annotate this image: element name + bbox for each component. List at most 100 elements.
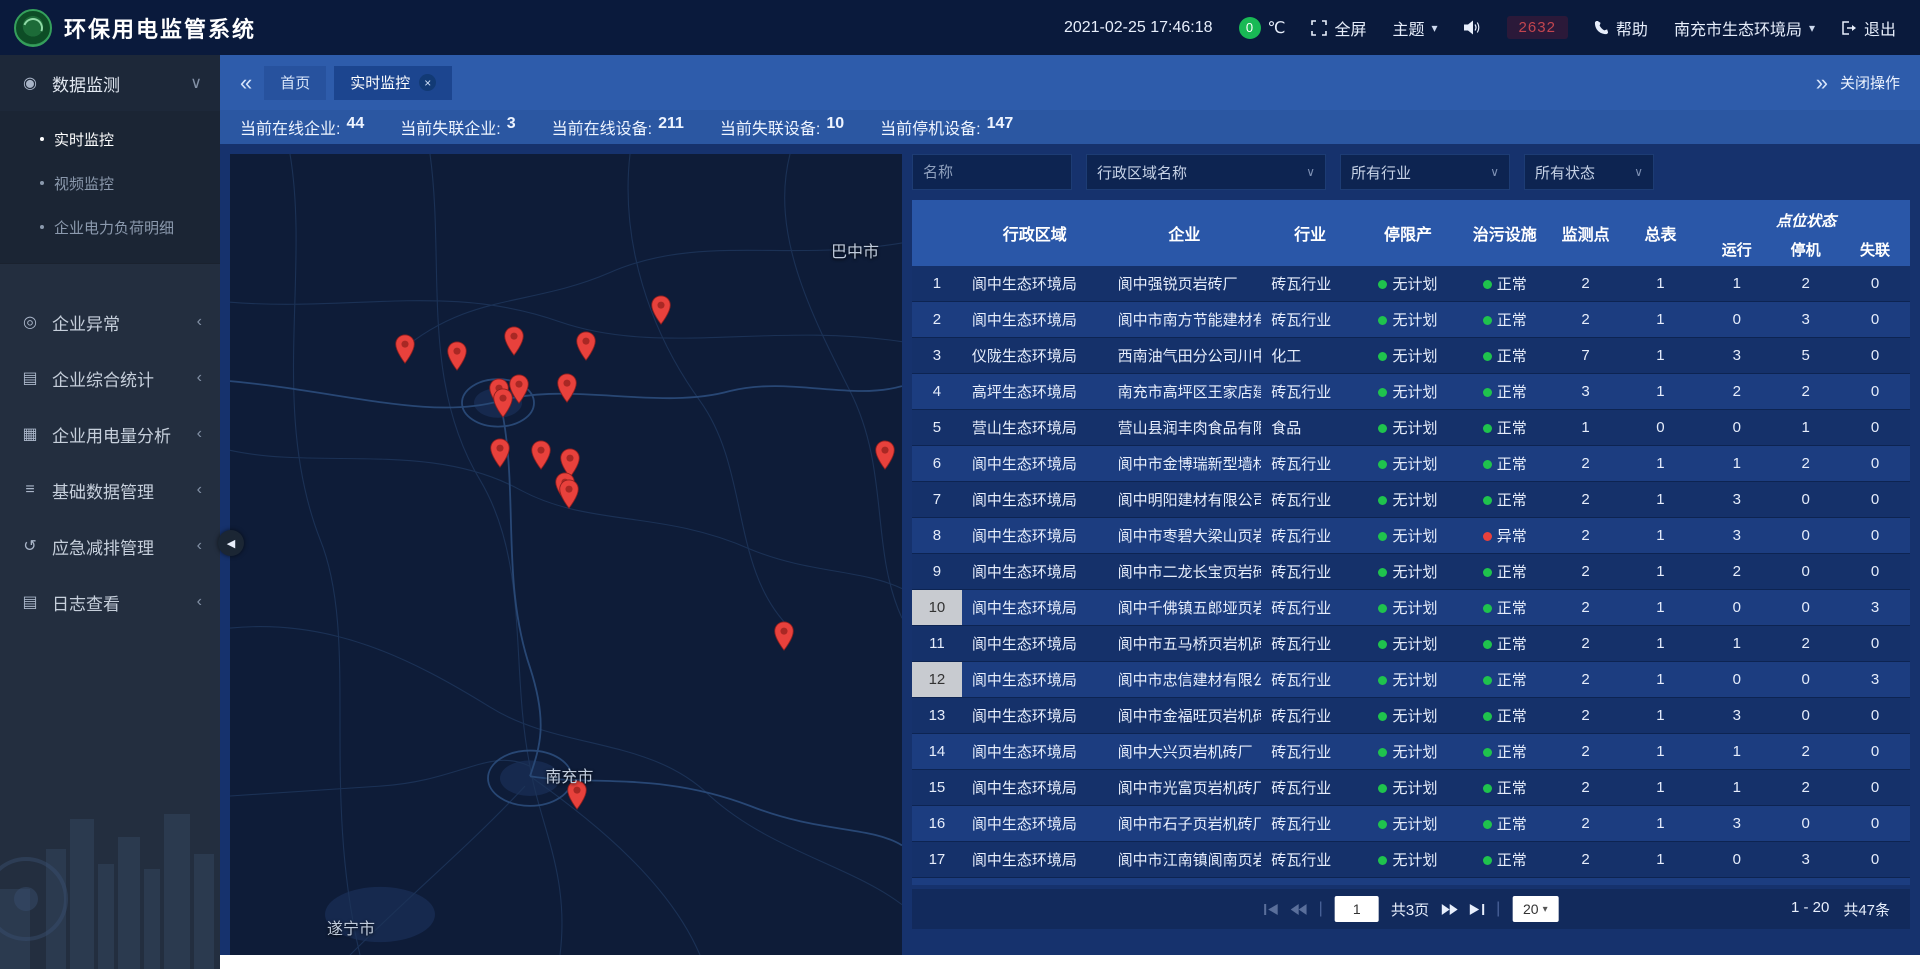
company-cell: 阆中千佛镇五郎垭页岩 <box>1108 597 1262 618</box>
next-page-button[interactable] <box>1441 904 1457 915</box>
sidebar-item-base[interactable]: ≡基础数据管理‹ <box>0 462 220 518</box>
table-row[interactable]: 10阆中生态环境局阆中千佛镇五郎垭页岩砖瓦行业无计划正常21003 <box>912 590 1910 626</box>
industry-filter-select[interactable]: 所有行业 ∨ <box>1340 154 1510 190</box>
map-pin[interactable] <box>508 374 530 404</box>
tabbar-right: » 关闭操作 <box>1816 72 1900 94</box>
close-operations-button[interactable]: 关闭操作 <box>1840 72 1900 93</box>
table-row[interactable]: 7阆中生态环境局阆中明阳建材有限公司砖瓦行业无计划正常21300 <box>912 482 1910 518</box>
lost-count-cell: 0 <box>1840 383 1910 400</box>
table-row[interactable]: 13阆中生态环境局阆中市金福旺页岩机砖砖瓦行业无计划正常21300 <box>912 698 1910 734</box>
theme-dropdown[interactable]: 主题 ▾ <box>1393 16 1438 40</box>
table-row[interactable]: 17阆中生态环境局阆中市江南镇阆南页岩砖瓦行业无计划正常21030 <box>912 842 1910 878</box>
stat-value: 147 <box>987 115 1014 139</box>
table-row[interactable]: 14阆中生态环境局阆中大兴页岩机砖厂砖瓦行业无计划正常21120 <box>912 734 1910 770</box>
logout-label: 退出 <box>1864 16 1896 40</box>
first-page-button[interactable] <box>1264 904 1279 915</box>
table-row[interactable]: 6阆中生态环境局阆中市金博瑞新型墙材砖瓦行业无计划正常21120 <box>912 446 1910 482</box>
org-dropdown[interactable]: 南充市生态环境局 ▾ <box>1674 16 1815 40</box>
status-dot <box>1378 784 1387 793</box>
logout-button[interactable]: 退出 <box>1841 16 1896 40</box>
name-filter-input[interactable] <box>912 154 1072 190</box>
divider: | <box>1496 900 1500 918</box>
sidebar-item-log[interactable]: ▤日志查看‹ <box>0 574 220 630</box>
facility-cell-label: 正常 <box>1497 492 1527 509</box>
run-count-cell: 1 <box>1702 275 1771 292</box>
facility-cell-label: 正常 <box>1497 456 1527 473</box>
sidebar-item-emergency[interactable]: ↺应急减排管理‹ <box>0 518 220 574</box>
region-cell: 阆中生态环境局 <box>962 309 1108 330</box>
filter-bar: 行政区域名称 ∨ 所有行业 ∨ 所有状态 ∨ <box>912 154 1910 190</box>
scroll-tabs-right-icon[interactable]: » <box>1816 72 1828 94</box>
sidebar-subitem[interactable]: 实时监控 <box>0 117 220 161</box>
tab-首页[interactable]: 首页 <box>264 66 326 100</box>
tab-实时监控[interactable]: 实时监控× <box>334 66 452 100</box>
scroll-tabs-left-icon[interactable]: « <box>240 72 252 94</box>
limit-cell-label: 无计划 <box>1392 780 1437 797</box>
map-pin[interactable] <box>874 440 896 470</box>
chevron-left-icon: ‹ <box>197 593 202 611</box>
table-row[interactable]: 5营山生态环境局营山县润丰肉食品有限食品无计划正常10010 <box>912 410 1910 446</box>
table-row[interactable]: 3仪陇生态环境局西南油气田分公司川中化工无计划正常71350 <box>912 338 1910 374</box>
sidebar-item-analysis[interactable]: ▦企业用电量分析‹ <box>0 406 220 462</box>
page-number-input[interactable] <box>1335 896 1379 922</box>
table-row[interactable]: 8阆中生态环境局阆中市枣碧大梁山页岩砖瓦行业无计划异常21300 <box>912 518 1910 554</box>
map-pin[interactable] <box>773 621 795 651</box>
skyline-decoration <box>0 779 220 969</box>
status-dot <box>1483 424 1492 433</box>
chevron-down-icon: ∨ <box>190 73 202 93</box>
monitor-count-cell: 2 <box>1553 275 1619 292</box>
chevron-left-icon: ‹ <box>197 425 202 443</box>
region-filter-select[interactable]: 行政区域名称 ∨ <box>1086 154 1326 190</box>
table-row[interactable]: 11阆中生态环境局阆中市五马桥页岩机砖砖瓦行业无计划正常21120 <box>912 626 1910 662</box>
announce-button[interactable] <box>1464 20 1481 35</box>
stat-label: 当前在线设备: <box>552 115 652 139</box>
map-panel[interactable]: 巴中市南充市遂宁市 ◀ <box>230 154 902 955</box>
stop-count-cell: 2 <box>1771 383 1840 400</box>
sidebar-item-stats[interactable]: ▤企业综合统计‹ <box>0 350 220 406</box>
map-pin[interactable] <box>558 479 580 509</box>
first-page-icon <box>1264 904 1279 915</box>
alarm-count-badge[interactable]: 2632 <box>1507 16 1568 39</box>
table-row[interactable]: 18南部生态环境局南部县双佛页岩砖有限公砖瓦行业无计划正常21020 <box>912 878 1910 885</box>
table-row[interactable]: 1阆中生态环境局阆中强锐页岩砖厂砖瓦行业无计划正常21120 <box>912 266 1910 302</box>
help-button[interactable]: 帮助 <box>1594 16 1648 40</box>
map-pin[interactable] <box>530 440 552 470</box>
sidebar-item-monitor[interactable]: ◉数据监测∨ <box>0 55 220 111</box>
map-pin[interactable] <box>503 326 525 356</box>
monitor-count-cell: 2 <box>1553 491 1619 508</box>
facility-cell: 正常 <box>1457 849 1553 870</box>
map-pin[interactable] <box>446 341 468 371</box>
row-index-cell: 5 <box>912 410 962 445</box>
table-row[interactable]: 9阆中生态环境局阆中市二龙长宝页岩砖砖瓦行业无计划正常21200 <box>912 554 1910 590</box>
status-dot <box>1378 424 1387 433</box>
sidebar-group: ≡基础数据管理‹ <box>0 462 220 518</box>
facility-cell: 正常 <box>1457 813 1553 834</box>
subcolumn-header: 运行 <box>1702 233 1771 266</box>
table-row[interactable]: 4高坪生态环境局南充市高坪区王家店建砖瓦行业无计划正常31220 <box>912 374 1910 410</box>
close-icon[interactable]: × <box>419 74 436 91</box>
row-index-cell: 10 <box>912 590 962 625</box>
facility-cell-label: 正常 <box>1497 420 1527 437</box>
sidebar-subitem[interactable]: 企业电力负荷明细 <box>0 205 220 249</box>
map-pin[interactable] <box>575 331 597 361</box>
company-cell: 南充市高坪区王家店建 <box>1108 381 1262 402</box>
map-pin[interactable] <box>650 295 672 325</box>
fullscreen-button[interactable]: 全屏 <box>1311 16 1366 40</box>
map-pin[interactable] <box>489 438 511 468</box>
sidebar-subitem[interactable]: 视频监控 <box>0 161 220 205</box>
monitor-count-cell: 3 <box>1553 383 1619 400</box>
table-row[interactable]: 12阆中生态环境局阆中市忠信建材有限公砖瓦行业无计划正常21003 <box>912 662 1910 698</box>
map-pin[interactable] <box>394 334 416 364</box>
prev-page-button[interactable] <box>1291 904 1307 915</box>
status-dot <box>1483 568 1492 577</box>
table-row[interactable]: 2阆中生态环境局阆中市南方节能建材有砖瓦行业无计划正常21030 <box>912 302 1910 338</box>
page-size-select[interactable]: 20 ▾ <box>1512 896 1558 922</box>
table-row[interactable]: 16阆中生态环境局阆中市石子页岩机砖厂砖瓦行业无计划正常21300 <box>912 806 1910 842</box>
status-filter-select[interactable]: 所有状态 ∨ <box>1524 154 1654 190</box>
sidebar-item-alert[interactable]: ◎企业异常‹ <box>0 294 220 350</box>
last-page-button[interactable] <box>1469 904 1484 915</box>
table-row[interactable]: 15阆中生态环境局阆中市光富页岩机砖厂砖瓦行业无计划正常21120 <box>912 770 1910 806</box>
map-pin[interactable] <box>556 373 578 403</box>
limit-cell: 无计划 <box>1359 633 1457 654</box>
stop-count-cell: 0 <box>1771 527 1840 544</box>
